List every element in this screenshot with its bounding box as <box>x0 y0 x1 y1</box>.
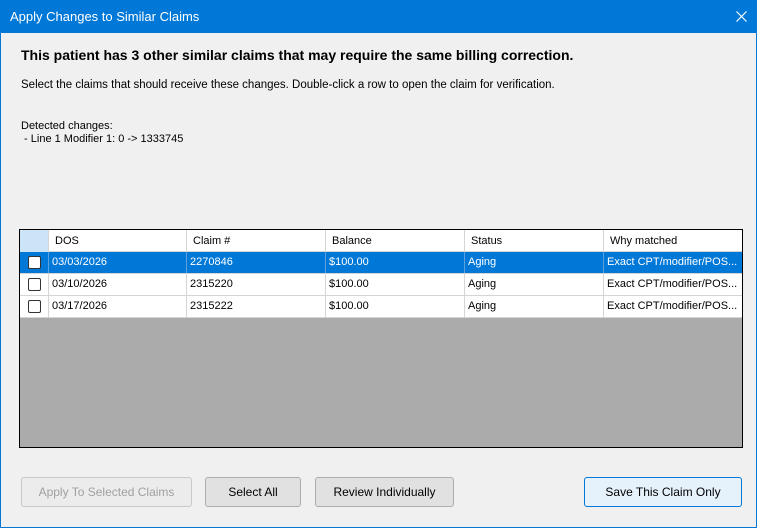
column-header-claim[interactable]: Claim # <box>187 230 326 252</box>
cell-status: Aging <box>465 252 604 273</box>
table-row[interactable]: 03/10/2026 2315220 $100.00 Aging Exact C… <box>20 274 742 296</box>
cell-dos: 03/10/2026 <box>49 274 187 295</box>
title-bar: Apply Changes to Similar Claims <box>0 0 757 33</box>
cell-why-matched: Exact CPT/modifier/POS... <box>607 278 738 290</box>
cell-claim: 2315222 <box>187 296 326 317</box>
cell-claim: 2270846 <box>187 252 326 273</box>
grid-header: DOS Claim # Balance Status Why matched <box>20 230 742 252</box>
cell-claim: 2315220 <box>187 274 326 295</box>
cell-dos: 03/03/2026 <box>49 252 187 273</box>
cell-balance: $100.00 <box>326 296 465 317</box>
table-row[interactable]: 03/17/2026 2315222 $100.00 Aging Exact C… <box>20 296 742 318</box>
row-checkbox[interactable] <box>27 278 41 291</box>
save-this-claim-only-button[interactable]: Save This Claim Only <box>584 477 742 507</box>
cell-status: Aging <box>465 296 604 317</box>
claims-grid[interactable]: DOS Claim # Balance Status Why matched 0… <box>19 229 743 448</box>
cell-balance: $100.00 <box>326 252 465 273</box>
close-button[interactable] <box>725 0 757 33</box>
cell-status: Aging <box>465 274 604 295</box>
row-checkbox[interactable] <box>27 300 41 313</box>
review-individually-button[interactable]: Review Individually <box>315 477 454 507</box>
detected-changes-label: Detected changes: <box>21 120 113 132</box>
table-row[interactable]: 03/03/2026 2270846 $100.00 Aging Exact C… <box>20 252 742 274</box>
column-header-status[interactable]: Status <box>465 230 604 252</box>
close-icon <box>735 11 747 22</box>
window-title: Apply Changes to Similar Claims <box>10 9 200 24</box>
header-check-column[interactable] <box>20 230 49 252</box>
apply-selected-button[interactable]: Apply To Selected Claims <box>21 477 192 507</box>
column-header-balance[interactable]: Balance <box>326 230 465 252</box>
column-header-dos[interactable]: DOS <box>49 230 187 252</box>
row-checkbox[interactable] <box>27 256 41 269</box>
cell-balance: $100.00 <box>326 274 465 295</box>
select-all-button[interactable]: Select All <box>205 477 301 507</box>
column-header-why-matched[interactable]: Why matched <box>604 230 742 252</box>
instruction-text: Select the claims that should receive th… <box>21 79 555 91</box>
detected-change-item: - Line 1 Modifier 1: 0 -> 1333745 <box>21 133 184 145</box>
headline: This patient has 3 other similar claims … <box>21 47 574 63</box>
cell-why-matched: Exact CPT/modifier/POS... <box>607 300 738 312</box>
cell-dos: 03/17/2026 <box>49 296 187 317</box>
cell-why-matched: Exact CPT/modifier/POS... <box>607 256 738 268</box>
